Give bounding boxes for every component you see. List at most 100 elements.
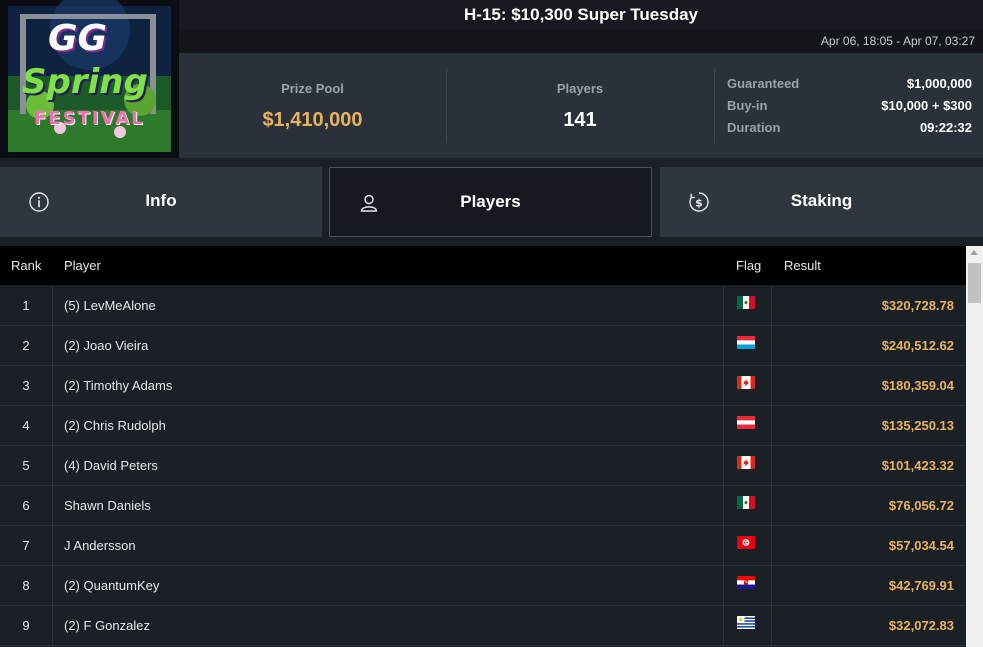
column-divider bbox=[52, 286, 53, 325]
tournament-logo: GG Spring FESTIVAL bbox=[0, 0, 179, 158]
column-divider bbox=[771, 606, 772, 645]
prize-pool-label: Prize Pool bbox=[281, 81, 344, 96]
players-count-value: 141 bbox=[563, 109, 597, 131]
player-name-cell: J Andersson bbox=[64, 538, 136, 553]
column-divider bbox=[52, 446, 53, 485]
player-name-cell: Shawn Daniels bbox=[64, 498, 151, 513]
column-divider bbox=[52, 406, 53, 445]
column-divider bbox=[723, 606, 724, 645]
logo-text-gg: GG bbox=[48, 18, 108, 59]
country-flag-icon bbox=[737, 496, 755, 509]
result-cell: $42,769.91 bbox=[888, 578, 954, 593]
result-cell: $101,423.32 bbox=[881, 458, 954, 473]
column-divider bbox=[723, 286, 724, 325]
column-divider bbox=[771, 446, 772, 485]
rank-cell: 9 bbox=[22, 618, 30, 633]
column-divider bbox=[52, 566, 53, 605]
country-flag-icon bbox=[737, 376, 755, 389]
column-divider bbox=[52, 526, 53, 565]
buyin-label: Buy-in bbox=[727, 98, 768, 113]
column-divider bbox=[771, 566, 772, 605]
table-row[interactable]: 2 (2) Joao Vieira $240,512.62 bbox=[0, 326, 966, 366]
table-row[interactable]: 8 (2) QuantumKey $42,769.91 bbox=[0, 566, 966, 606]
column-divider bbox=[723, 486, 724, 525]
stats-divider bbox=[714, 69, 715, 143]
tab-staking-label: Staking bbox=[790, 191, 853, 210]
prize-pool-value: $1,410,000 bbox=[262, 109, 363, 131]
country-flag-icon bbox=[737, 616, 755, 629]
column-divider bbox=[52, 486, 53, 525]
scroll-up-arrow-icon[interactable] bbox=[970, 250, 978, 255]
player-name-cell: (5) LevMeAlone bbox=[64, 298, 156, 313]
column-divider bbox=[771, 366, 772, 405]
player-name-cell: (2) Joao Vieira bbox=[64, 338, 149, 353]
table-row[interactable]: 6 Shawn Daniels $76,056.72 bbox=[0, 486, 966, 526]
country-flag-icon bbox=[737, 456, 755, 469]
player-name-cell: (2) F Gonzalez bbox=[64, 618, 150, 633]
rank-cell: 4 bbox=[22, 418, 30, 433]
column-divider bbox=[723, 526, 724, 565]
tournament-title: H-15: $10,300 Super Tuesday bbox=[179, 0, 983, 30]
player-name-cell: (2) Chris Rudolph bbox=[64, 418, 166, 433]
buyin-row: Buy-in $10,000 + $300 bbox=[727, 98, 972, 118]
result-cell: $240,512.62 bbox=[881, 338, 954, 353]
guaranteed-row: Guaranteed $1,000,000 bbox=[727, 76, 972, 96]
column-divider bbox=[723, 326, 724, 365]
result-cell: $320,728.78 bbox=[881, 298, 954, 313]
stats-panel: Prize Pool $1,410,000 Players 141 Guaran… bbox=[179, 53, 983, 158]
rank-cell: 7 bbox=[22, 538, 30, 553]
column-divider bbox=[52, 606, 53, 645]
column-divider bbox=[771, 526, 772, 565]
column-divider bbox=[723, 366, 724, 405]
table-row[interactable]: 9 (2) F Gonzalez $32,072.83 bbox=[0, 606, 966, 646]
tab-players[interactable]: Players bbox=[329, 167, 652, 237]
table-scrollbar[interactable] bbox=[966, 246, 983, 647]
country-flag-icon bbox=[737, 536, 755, 549]
tab-staking[interactable]: $ Staking bbox=[660, 167, 983, 237]
rank-cell: 6 bbox=[22, 498, 30, 513]
column-header-rank[interactable]: Rank bbox=[11, 246, 41, 285]
logo-text-spring: Spring bbox=[22, 62, 148, 102]
tab-info[interactable]: Info bbox=[0, 167, 322, 237]
column-header-result[interactable]: Result bbox=[784, 246, 821, 285]
prize-pool-stat: Prize Pool $1,410,000 bbox=[179, 53, 446, 158]
table-row[interactable]: 4 (2) Chris Rudolph $135,250.13 bbox=[0, 406, 966, 446]
column-divider bbox=[723, 566, 724, 605]
tournament-dates: Apr 06, 18:05 - Apr 07, 03:27 bbox=[179, 30, 983, 53]
result-cell: $76,056.72 bbox=[888, 498, 954, 513]
column-divider bbox=[771, 326, 772, 365]
players-count-label: Players bbox=[556, 81, 604, 96]
table-row[interactable]: 7 J Andersson $57,034.54 bbox=[0, 526, 966, 566]
rank-cell: 5 bbox=[22, 458, 30, 473]
table-row[interactable]: 5 (4) David Peters $101,423.32 bbox=[0, 446, 966, 486]
column-header-player[interactable]: Player bbox=[64, 246, 101, 285]
rank-cell: 2 bbox=[22, 338, 30, 353]
column-divider bbox=[723, 406, 724, 445]
country-flag-icon bbox=[737, 296, 755, 309]
players-stat: Players 141 bbox=[446, 53, 714, 158]
buyin-value: $10,000 + $300 bbox=[881, 98, 972, 113]
column-divider bbox=[723, 446, 724, 485]
tab-players-label: Players bbox=[460, 192, 521, 211]
country-flag-icon bbox=[737, 336, 755, 349]
column-divider bbox=[771, 406, 772, 445]
table-row[interactable]: 3 (2) Timothy Adams $180,359.04 bbox=[0, 366, 966, 406]
duration-label: Duration bbox=[727, 120, 781, 135]
logo-text-festival: FESTIVAL bbox=[34, 108, 145, 129]
result-cell: $57,034.54 bbox=[888, 538, 954, 553]
guaranteed-label: Guaranteed bbox=[727, 76, 800, 91]
result-cell: $135,250.13 bbox=[881, 418, 954, 433]
duration-row: Duration 09:22:32 bbox=[727, 120, 972, 140]
player-name-cell: (4) David Peters bbox=[64, 458, 158, 473]
tab-info-label: Info bbox=[145, 191, 177, 210]
player-name-cell: (2) QuantumKey bbox=[64, 578, 160, 593]
table-row[interactable]: 1 (5) LevMeAlone $320,728.78 bbox=[0, 286, 966, 326]
column-divider bbox=[52, 366, 53, 405]
players-table-header: Rank Player Flag Result bbox=[0, 246, 966, 285]
country-flag-icon bbox=[737, 576, 755, 589]
column-header-flag[interactable]: Flag bbox=[736, 246, 761, 285]
column-divider bbox=[52, 326, 53, 365]
scrollbar-thumb[interactable] bbox=[968, 263, 981, 303]
rank-cell: 8 bbox=[22, 578, 30, 593]
result-cell: $32,072.83 bbox=[888, 618, 954, 633]
